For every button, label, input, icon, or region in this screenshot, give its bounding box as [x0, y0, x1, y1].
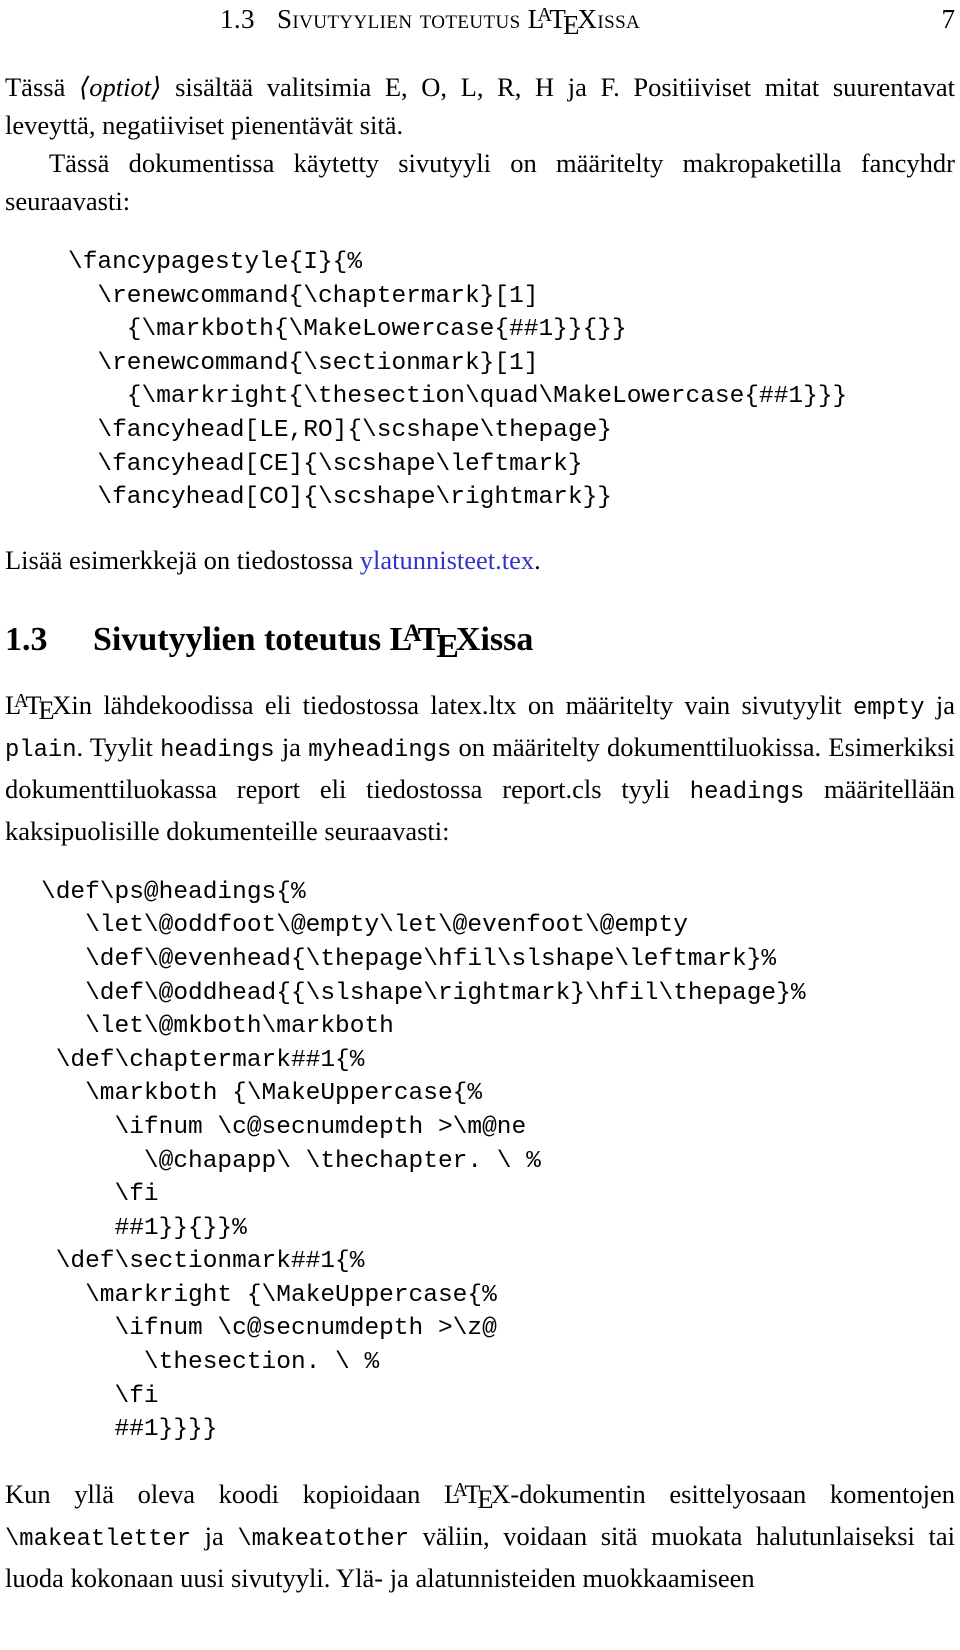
page-number: 7	[941, 4, 956, 34]
document-page: 1.3 Sivutyylien toteutus LaTeXissa 7 Täss…	[0, 0, 960, 1650]
code-block-fancypagestyle: \fancypagestyle{I}{% \renewcommand{\chap…	[68, 249, 848, 512]
makeatletter-c: ja	[191, 1520, 238, 1551]
paragraph-optiot-prefix: Tässä	[5, 72, 79, 102]
pagestyle-myheadings: myheadings	[308, 736, 452, 764]
link-ylatunnisteet-tex[interactable]: ylatunnisteet.tex	[360, 545, 534, 575]
pagestyle-headings: headings	[160, 736, 275, 764]
section-heading-text: Sivutyylien toteutus	[93, 620, 390, 658]
latex-logo-header: LaTeX	[527, 4, 598, 40]
section-heading: 1.3 Sivutyylien toteutus LaTeXissa	[5, 619, 955, 664]
paragraph-pagestyles: LaTeXin lähdekoodissa eli tiedostossa la…	[5, 686, 955, 850]
pagestyle-headings-2: headings	[689, 778, 805, 806]
spacer-after-code-1	[5, 515, 955, 541]
makeatletter-b: -dokumentin esittelyosaan komentojen	[510, 1478, 955, 1509]
command-makeatletter: \makeatletter	[5, 1525, 192, 1553]
running-header-title-suffix: issa	[597, 4, 641, 34]
paragraph-makeatletter: Kun yllä oleva koodi kopioidaan LaTeX-do…	[5, 1475, 955, 1597]
pagestyle-plain: plain	[5, 736, 77, 764]
code-block-ps-headings: \def\ps@headings{% \let\@oddfoot\@empty\…	[41, 878, 806, 1444]
running-header: 1.3 Sivutyylien toteutus LaTeXissa 7	[5, 0, 955, 44]
section-heading-suffix: issa	[480, 620, 534, 658]
optiot-placeholder: ⟨optiot⟩	[78, 72, 162, 102]
document-body: Tässä ⟨optiot⟩ sisältää valitsimia E, O,…	[5, 68, 955, 1597]
spacer-before-code-1	[5, 220, 955, 246]
pagestyle-empty: empty	[852, 694, 925, 722]
spacer-after-section-heading	[5, 664, 955, 686]
more-examples-prefix: Lisää esimerkkejä on tiedostossa	[5, 544, 360, 575]
spacer-header-body	[0, 44, 960, 68]
spacer-before-code-2	[5, 850, 955, 876]
pagestyles-d: ja	[274, 731, 309, 762]
spacer-before-section-heading	[5, 579, 955, 619]
latex-logo-paragraph-2: LaTeX	[444, 1478, 511, 1515]
paragraph-more-examples: Lisää esimerkkejä on tiedostossa ylatunn…	[5, 541, 955, 579]
paragraph-optiot: Tässä ⟨optiot⟩ sisältää valitsimia E, O,…	[5, 68, 955, 144]
spacer-after-code-2	[5, 1447, 955, 1475]
command-makeatother: \makeatother	[237, 1525, 410, 1553]
running-header-title: 1.3 Sivutyylien toteutus LaTeXissa	[220, 4, 641, 40]
pagestyles-c: . Tyylit	[76, 731, 161, 762]
paragraph-fancyhdr-intro: Tässä dokumentissa käytetty sivutyyli on…	[5, 148, 955, 216]
pagestyles-a: in lähdekoodissa eli tiedostossa latex.l…	[71, 689, 853, 720]
latex-logo-paragraph: LaTeX	[5, 689, 72, 726]
pagestyles-b: ja	[924, 689, 956, 720]
more-examples-suffix: .	[534, 544, 541, 575]
running-header-title-text: Sivutyylien toteutus	[276, 4, 528, 34]
latex-logo-section: LaTeX	[389, 620, 481, 665]
running-header-section-number: 1.3	[220, 4, 255, 34]
section-heading-number: 1.3	[5, 620, 48, 658]
makeatletter-a: Kun yllä oleva koodi kopioidaan	[5, 1478, 444, 1509]
